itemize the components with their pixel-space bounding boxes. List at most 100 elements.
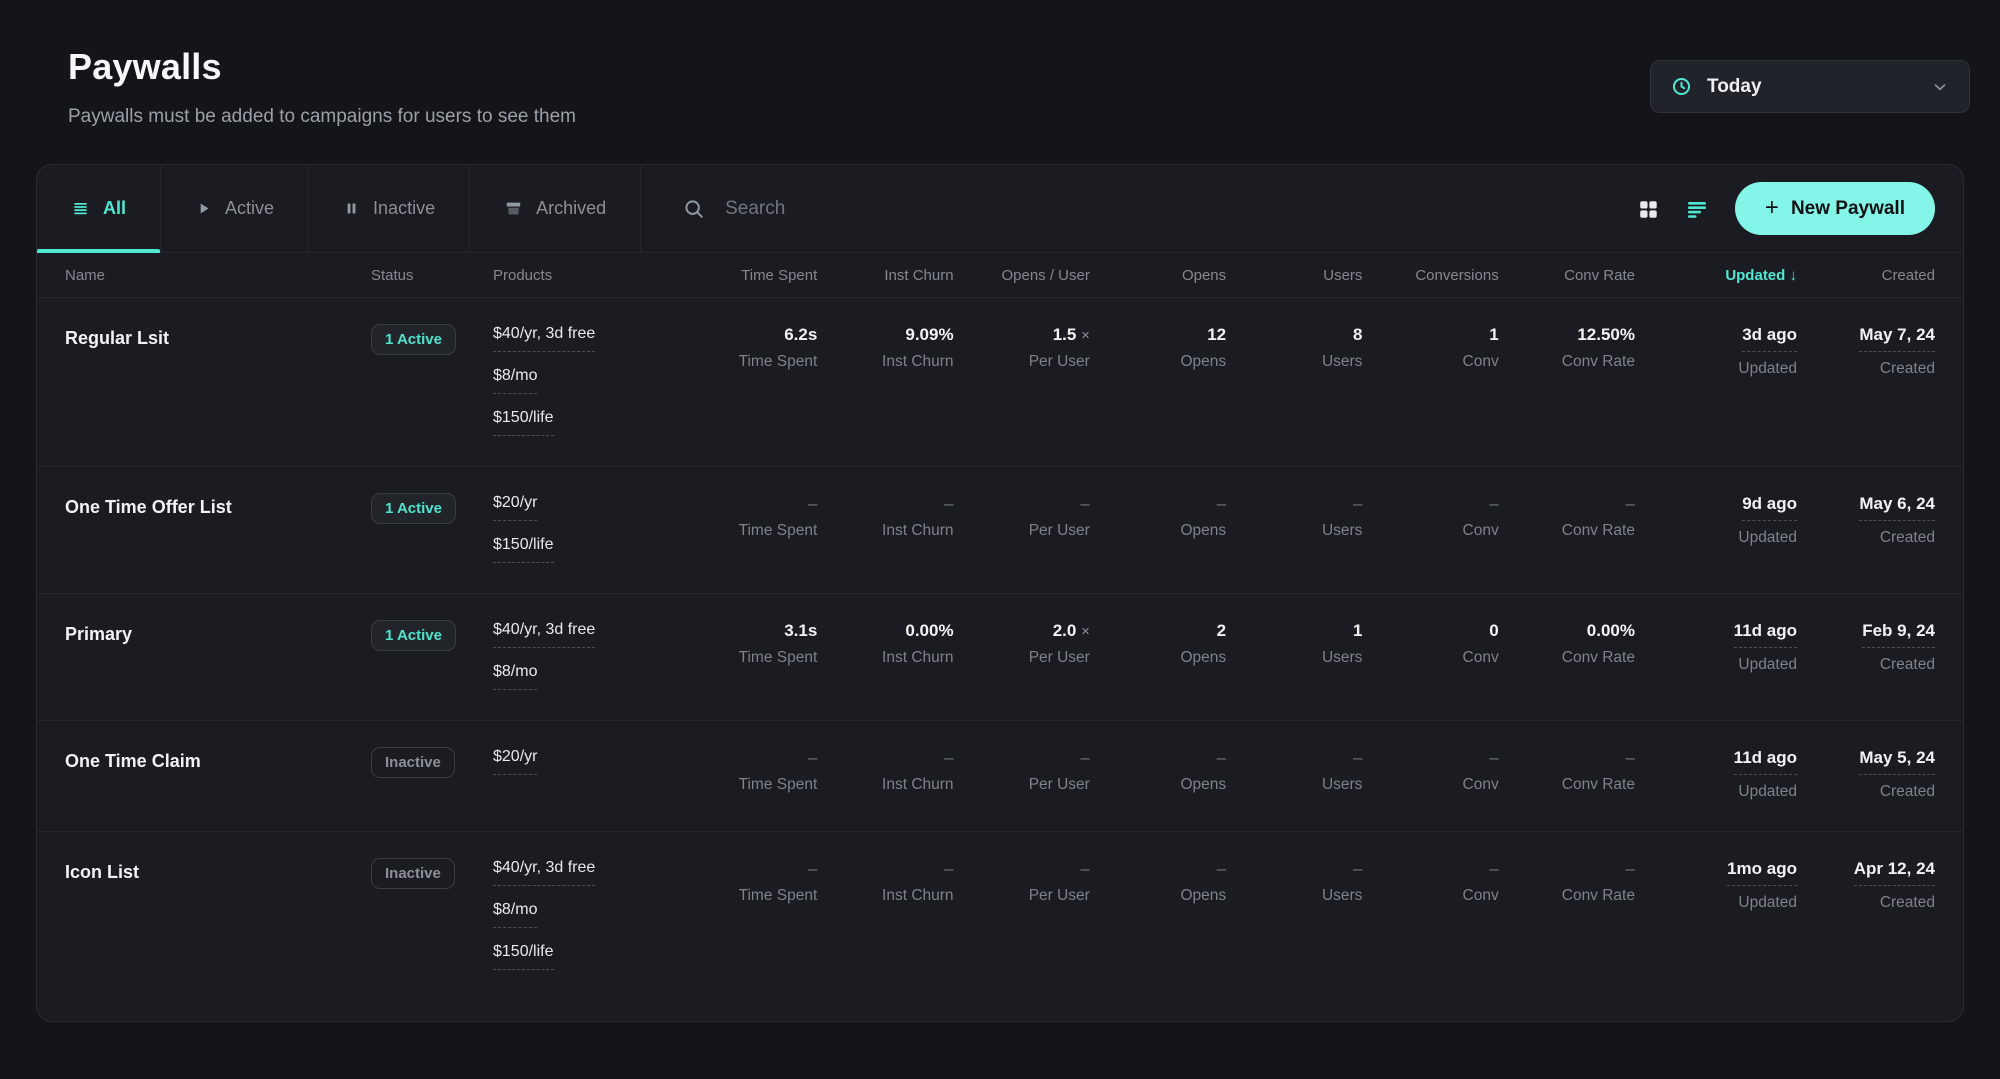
col-status: Status [371, 267, 483, 284]
status-badge: 1 Active [371, 324, 456, 355]
metric-created: May 7, 24Created [1807, 325, 1935, 436]
date-filter-dropdown[interactable]: Today [1650, 60, 1970, 113]
tab-archived[interactable]: Archived [470, 165, 641, 252]
col-opens-user[interactable]: Opens / User [964, 267, 1090, 284]
search-box[interactable] [641, 165, 1637, 252]
metric-time-spent: –Time Spent [691, 494, 817, 563]
clock-icon [1671, 76, 1692, 97]
metric-per-user: –Per User [964, 748, 1090, 801]
toolbar: All Active Inactive Archived [37, 165, 1963, 253]
metric-conv: –Conv [1372, 494, 1498, 563]
new-paywall-button[interactable]: + New Paywall [1735, 182, 1935, 235]
col-updated-label: Updated [1725, 267, 1785, 284]
page-title: Paywalls [68, 46, 576, 88]
metric-conv-rate: –Conv Rate [1509, 859, 1635, 970]
metric-conv-rate: 0.00%Conv Rate [1509, 621, 1635, 690]
metric-per-user: –Per User [964, 494, 1090, 563]
table-row-icon-list[interactable]: Icon List Inactive $40/yr, 3d free $8/mo… [37, 831, 1963, 1000]
sort-desc-arrow-icon: ↓ [1789, 267, 1797, 284]
metric-per-user: 1.5 ×Per User [964, 325, 1090, 436]
products-cell: $40/yr, 3d free $8/mo [493, 621, 681, 690]
multiplier-symbol: × [1081, 623, 1090, 640]
metric-conv: 0Conv [1372, 621, 1498, 690]
pause-icon [343, 200, 360, 217]
table-row-one-time-claim[interactable]: One Time Claim Inactive $20/yr –Time Spe… [37, 720, 1963, 831]
product-item[interactable]: $150/life [493, 943, 554, 970]
metric-time-spent: 3.1sTime Spent [691, 621, 817, 690]
metric-inst-churn: –Inst Churn [827, 859, 953, 970]
col-users[interactable]: Users [1236, 267, 1362, 284]
col-updated-sorted[interactable]: Updated ↓ [1645, 267, 1797, 284]
page-title-block: Paywalls Paywalls must be added to campa… [68, 46, 576, 128]
col-inst-churn[interactable]: Inst Churn [827, 267, 953, 284]
col-name: Name [65, 267, 361, 284]
metric-updated: 3d agoUpdated [1645, 325, 1797, 436]
products-cell: $40/yr, 3d free $8/mo $150/life [493, 859, 681, 970]
product-item[interactable]: $20/yr [493, 748, 537, 775]
table-row-regular-lsit[interactable]: Regular Lsit 1 Active $40/yr, 3d free $8… [37, 297, 1963, 466]
search-icon [683, 198, 705, 220]
tab-active[interactable]: Active [161, 165, 309, 252]
product-item[interactable]: $20/yr [493, 494, 537, 521]
status-cell: 1 Active [371, 621, 483, 690]
metric-updated: 11d agoUpdated [1645, 621, 1797, 690]
page-header: Paywalls Paywalls must be added to campa… [0, 0, 2000, 164]
col-created[interactable]: Created [1807, 267, 1935, 284]
metric-created: Feb 9, 24Created [1807, 621, 1935, 690]
rows-view-icon[interactable] [1685, 197, 1709, 221]
products-cell: $40/yr, 3d free $8/mo $150/life [493, 325, 681, 436]
table-row-one-time-offer-list[interactable]: One Time Offer List 1 Active $20/yr $150… [37, 466, 1963, 593]
metric-time-spent: 6.2sTime Spent [691, 325, 817, 436]
metric-conv-rate: –Conv Rate [1509, 494, 1635, 563]
paywall-name: Primary [65, 621, 361, 690]
status-badge: 1 Active [371, 493, 456, 524]
grid-view-icon[interactable] [1637, 198, 1659, 220]
metric-created: May 6, 24Created [1807, 494, 1935, 563]
metric-updated: 1mo agoUpdated [1645, 859, 1797, 970]
chevron-down-icon [1931, 78, 1949, 96]
archive-icon [504, 199, 523, 218]
product-item[interactable]: $40/yr, 3d free [493, 859, 595, 886]
status-badge: Inactive [371, 858, 455, 889]
metric-created: Apr 12, 24Created [1807, 859, 1935, 970]
tab-all[interactable]: All [37, 165, 161, 252]
metric-opens: 12Opens [1100, 325, 1226, 436]
metric-inst-churn: –Inst Churn [827, 748, 953, 801]
paywall-name: Regular Lsit [65, 325, 361, 436]
tab-inactive-label: Inactive [373, 198, 435, 219]
metric-time-spent: –Time Spent [691, 748, 817, 801]
paywalls-card: All Active Inactive Archived [36, 164, 1964, 1022]
table-header-row: Name Status Products Time Spent Inst Chu… [37, 253, 1963, 297]
search-input[interactable] [725, 198, 1145, 220]
metric-users: 8Users [1236, 325, 1362, 436]
status-cell: 1 Active [371, 494, 483, 563]
metric-per-user: –Per User [964, 859, 1090, 970]
product-item[interactable]: $40/yr, 3d free [493, 621, 595, 648]
metric-users: –Users [1236, 748, 1362, 801]
metric-conv: –Conv [1372, 859, 1498, 970]
metric-opens: –Opens [1100, 748, 1226, 801]
product-item[interactable]: $40/yr, 3d free [493, 325, 595, 352]
metric-users: 1Users [1236, 621, 1362, 690]
view-controls: + New Paywall [1637, 165, 1963, 252]
table-row-primary[interactable]: Primary 1 Active $40/yr, 3d free $8/mo 3… [37, 593, 1963, 720]
product-item[interactable]: $150/life [493, 536, 554, 563]
multiplier-symbol: × [1081, 327, 1090, 344]
tab-active-label: Active [225, 198, 274, 219]
metric-users: –Users [1236, 859, 1362, 970]
paywall-name: One Time Offer List [65, 494, 361, 563]
col-conv-rate[interactable]: Conv Rate [1509, 267, 1635, 284]
col-opens[interactable]: Opens [1100, 267, 1226, 284]
product-item[interactable]: $150/life [493, 409, 554, 436]
status-cell: 1 Active [371, 325, 483, 436]
metric-updated: 11d agoUpdated [1645, 748, 1797, 801]
tab-inactive[interactable]: Inactive [309, 165, 470, 252]
metric-time-spent: –Time Spent [691, 859, 817, 970]
metric-opens: 2Opens [1100, 621, 1226, 690]
col-time-spent[interactable]: Time Spent [691, 267, 817, 284]
product-item[interactable]: $8/mo [493, 901, 537, 928]
product-item[interactable]: $8/mo [493, 367, 537, 394]
product-item[interactable]: $8/mo [493, 663, 537, 690]
col-conversions[interactable]: Conversions [1372, 267, 1498, 284]
metric-inst-churn: 9.09%Inst Churn [827, 325, 953, 436]
